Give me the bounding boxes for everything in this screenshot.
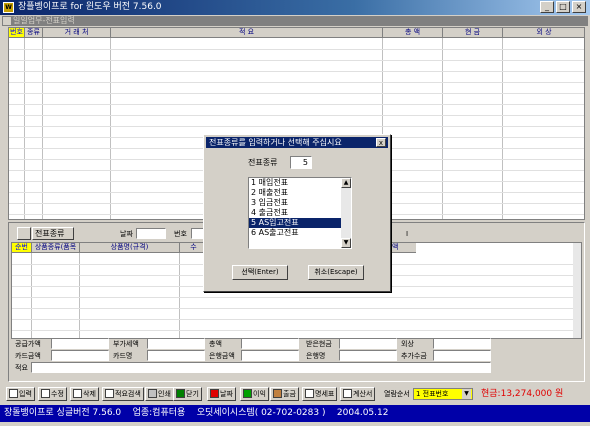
col-header-number[interactable]: 번호 <box>9 28 25 38</box>
close-form-button[interactable]: 닫기 <box>173 387 202 401</box>
col-header-total[interactable]: 총 액 <box>383 28 443 38</box>
list-item[interactable]: 4 출금전표 <box>249 208 351 218</box>
app-icon: W <box>3 2 14 13</box>
memo-search-button[interactable]: 적요검색 <box>102 387 144 401</box>
supply-amount-field[interactable] <box>51 338 109 349</box>
extra-collect-label: 추가수금 <box>401 352 427 360</box>
list-item-selected[interactable]: 5 AS입고전표 <box>249 218 351 228</box>
window-title: 장플벵이프로 for 윈도우 버전 7.56.0 <box>18 2 162 12</box>
dialog-titlebar: 전표종류를 입력하거나 선택해 주십시요 x <box>206 137 388 148</box>
statement-icon <box>305 389 314 398</box>
input-button[interactable]: 입력 <box>6 387 35 401</box>
col-header-cash[interactable]: 현 금 <box>443 28 503 38</box>
voucher-type-button[interactable]: 전표종류 <box>32 227 74 240</box>
list-item[interactable]: 3 입금전표 <box>249 198 351 208</box>
vat-label: 부가세액 <box>113 340 139 348</box>
card-amount-field[interactable] <box>51 350 109 361</box>
edit-button[interactable]: 수정 <box>38 387 67 401</box>
edit-icon <box>41 389 50 398</box>
received-cash-field[interactable] <box>339 338 397 349</box>
date-button[interactable]: 날짜 <box>207 387 236 401</box>
bank-amount-field[interactable] <box>241 350 299 361</box>
extra-label: I <box>406 230 409 238</box>
number-label: 번호 <box>174 230 187 238</box>
list-item[interactable]: 6 AS출고전표 <box>249 228 351 238</box>
memo-label: 적요 <box>15 364 28 372</box>
document-icon <box>9 389 18 398</box>
supply-amount-label: 공급가액 <box>15 340 41 348</box>
date-label: 날짜 <box>120 230 133 238</box>
card-name-field[interactable] <box>147 350 205 361</box>
delete-icon <box>73 389 82 398</box>
col-header-memo[interactable]: 적 요 <box>111 28 383 38</box>
scroll-up-icon[interactable]: ▲ <box>341 178 351 188</box>
chevron-down-icon[interactable]: ▼ <box>462 389 471 399</box>
list-item[interactable]: 1 매입전표 <box>249 178 351 188</box>
type-indicator <box>17 227 31 240</box>
print-button[interactable]: 인쇄 <box>145 387 174 401</box>
voucher-type-list[interactable]: 1 매입전표 2 매출전표 3 입금전표 4 출금전표 5 AS입고전표 6 A… <box>248 177 352 249</box>
col-header-partner[interactable]: 거 래 처 <box>43 28 111 38</box>
inner-window-title: 일일업무-전표입력 <box>2 16 588 26</box>
withdrawal-icon <box>273 389 282 398</box>
credit-label: 외상 <box>401 340 414 348</box>
withdrawal-button[interactable]: 출금 <box>270 387 299 401</box>
printer-icon <box>148 389 157 398</box>
invoice-button[interactable]: 계산서 <box>340 387 376 401</box>
profit-icon <box>243 389 252 398</box>
status-bar: 장돌뱅이프로 싱글버전 7.56.0 업종:컴퓨터용 오딧세이시스템( 02-7… <box>0 405 590 422</box>
col-header-credit[interactable]: 외 상 <box>503 28 584 38</box>
item-col-category[interactable]: 상품종류(품목 <box>32 243 80 253</box>
voucher-type-dialog: 전표종류를 입력하거나 선택해 주십시요 x 전표종류 5 1 매입전표 2 매… <box>203 134 391 292</box>
sort-order-select[interactable]: 1 전표번호 ▼ <box>413 388 473 400</box>
window-titlebar: W 장플벵이프로 for 윈도우 버전 7.56.0 _ □ × <box>0 0 590 15</box>
total-label: 총액 <box>209 340 222 348</box>
cancel-escape-button[interactable]: 취소(Escape) <box>308 265 364 280</box>
voucher-type-input[interactable]: 5 <box>290 156 312 169</box>
extra-collect-field[interactable] <box>433 350 491 361</box>
list-scrollbar[interactable]: ▲ ▼ <box>341 178 351 248</box>
dialog-close-button[interactable]: x <box>376 138 386 147</box>
total-field[interactable] <box>241 338 299 349</box>
item-col-product[interactable]: 상품명(규격) <box>80 243 180 253</box>
dialog-field-label: 전표종류 <box>248 158 278 167</box>
inner-title-text: 일일업무-전표입력 <box>13 16 75 25</box>
search-icon <box>105 389 114 398</box>
status-text: 장돌뱅이프로 싱글버전 7.56.0 업종:컴퓨터용 오딧세이시스템( 02-7… <box>4 408 389 418</box>
date-field[interactable] <box>136 228 166 239</box>
close-button[interactable]: × <box>572 1 586 13</box>
statement-button[interactable]: 명세표 <box>302 387 338 401</box>
bank-name-label: 은행명 <box>306 352 326 360</box>
col-header-type[interactable]: 종류 <box>25 28 43 38</box>
card-name-label: 카드명 <box>113 352 133 360</box>
item-col-seq[interactable]: 순번 <box>12 243 32 253</box>
scroll-down-icon[interactable]: ▼ <box>341 238 351 248</box>
minimize-button[interactable]: _ <box>540 1 554 13</box>
list-item[interactable]: 2 매출전표 <box>249 188 351 198</box>
select-enter-button[interactable]: 선택(Enter) <box>232 265 288 280</box>
cash-total: 현금:13,274,000 원 <box>481 389 564 399</box>
exit-icon <box>176 389 185 398</box>
received-cash-label: 받은현금 <box>306 340 332 348</box>
calendar-icon <box>210 389 219 398</box>
invoice-icon <box>343 389 352 398</box>
vat-field[interactable] <box>147 338 205 349</box>
maximize-button[interactable]: □ <box>556 1 570 13</box>
memo-field[interactable] <box>31 362 491 373</box>
item-col-amount[interactable]: 액 <box>392 243 416 253</box>
item-grid-scrollbar[interactable] <box>573 243 581 338</box>
sort-order-label: 열람순서 <box>384 390 410 398</box>
dialog-title: 전표종류를 입력하거나 선택해 주십시요 <box>209 138 342 147</box>
credit-field[interactable] <box>433 338 491 349</box>
bank-amount-label: 은행금액 <box>209 352 235 360</box>
profit-button[interactable]: 이익 <box>240 387 269 401</box>
delete-button[interactable]: 삭제 <box>70 387 99 401</box>
bottom-toolbar: 입력 수정 삭제 적요검색 인쇄 닫기 날짜 이익 출금 명세표 계산서 열람순… <box>0 384 590 404</box>
card-amount-label: 카드금액 <box>15 352 41 360</box>
doc-icon <box>3 17 11 25</box>
bank-name-field[interactable] <box>339 350 397 361</box>
